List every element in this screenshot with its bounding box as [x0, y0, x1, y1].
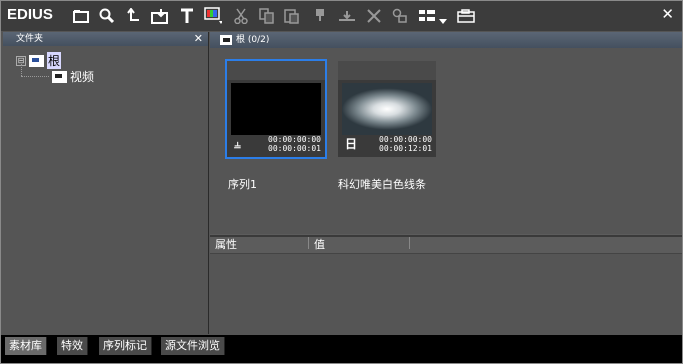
dropdown-icon[interactable]	[438, 13, 448, 31]
copy-icon[interactable]	[258, 7, 276, 25]
add-to-timeline-icon[interactable]	[311, 7, 329, 25]
folder-panel: 文件夹 ✕ ⊟ 根 视频	[3, 32, 209, 334]
sequence-icon: ⫨	[234, 137, 241, 151]
bin-window: EDIUS ✕ 文件夹 ✕ ⊟ 根 视频 根 (0/2) ⫨ 00:00:00:…	[0, 0, 683, 364]
tab-effects[interactable]: 特效	[57, 337, 88, 355]
clip-timecode: 00:00:00:00 00:00:00:01	[268, 135, 321, 153]
tree-item-video[interactable]: 视频	[52, 68, 94, 85]
tab-source-browser[interactable]: 源文件浏览	[161, 337, 225, 355]
clip-thumbnail	[231, 83, 321, 135]
tree-item-label: 根	[47, 52, 62, 69]
app-logo: EDIUS	[7, 6, 53, 23]
folder-panel-header: 文件夹 ✕	[3, 32, 208, 46]
color-bar-icon[interactable]	[204, 7, 222, 25]
new-bin-icon[interactable]	[72, 7, 90, 25]
close-icon[interactable]: ✕	[194, 32, 203, 46]
folder-icon	[220, 35, 232, 45]
video-clip-icon: ⽇	[345, 137, 358, 151]
attribute-column-header[interactable]: 属性	[215, 237, 237, 253]
properties-header: 属性 值	[210, 237, 682, 254]
properties-icon[interactable]	[391, 7, 409, 25]
clip-timecode: 00:00:00:00 00:00:12:01	[379, 135, 432, 153]
properties-panel: 属性 值	[210, 235, 682, 336]
import-icon[interactable]	[151, 7, 169, 25]
close-window-icon[interactable]: ✕	[661, 5, 674, 23]
tree-item-label: 视频	[70, 70, 95, 84]
search-icon[interactable]	[98, 7, 116, 25]
title-icon[interactable]	[178, 7, 196, 25]
folder-icon	[29, 54, 44, 67]
folder-panel-title: 文件夹	[16, 34, 44, 44]
tree-connector	[21, 64, 23, 76]
bin-title: 根 (0/2)	[236, 35, 270, 45]
clip-area[interactable]: ⫨ 00:00:00:00 00:00:00:01 序列1 ⽇ 00:00:00…	[210, 48, 682, 234]
clip-header-bar	[338, 61, 436, 80]
cut-icon[interactable]	[232, 7, 250, 25]
clip-label[interactable]: 科幻唯美白色线条	[338, 176, 426, 192]
tab-bar: 素材库 特效 序列标记 源文件浏览	[1, 335, 682, 363]
tree-connector	[21, 76, 49, 78]
folder-icon	[52, 70, 67, 83]
paste-icon[interactable]	[283, 7, 301, 25]
view-icon[interactable]	[418, 7, 436, 25]
clip-sequence[interactable]: ⫨ 00:00:00:00 00:00:00:01	[225, 59, 327, 159]
toolbar: EDIUS ✕	[1, 1, 682, 31]
clip-header-bar	[227, 61, 325, 80]
insert-to-timeline-icon[interactable]	[338, 7, 356, 25]
delete-icon[interactable]	[365, 7, 383, 25]
clip-video[interactable]: ⽇ 00:00:00:00 00:00:12:01	[338, 61, 436, 157]
clip-thumbnail	[342, 83, 432, 135]
folder-tree: ⊟ 根 视频	[3, 46, 208, 334]
column-divider[interactable]	[409, 237, 410, 249]
tab-sequence-markers[interactable]: 序列标记	[99, 337, 152, 355]
bin-panel: 根 (0/2) ⫨ 00:00:00:00 00:00:00:01 序列1 ⽇ …	[210, 32, 682, 336]
up-level-icon[interactable]	[125, 7, 143, 25]
column-divider[interactable]	[308, 237, 309, 249]
bin-header: 根 (0/2)	[210, 32, 682, 48]
clip-label[interactable]: 序列1	[228, 176, 257, 192]
value-column-header[interactable]: 值	[314, 237, 325, 253]
tab-bin[interactable]: 素材库	[5, 337, 47, 355]
open-folder-icon[interactable]	[457, 7, 475, 25]
